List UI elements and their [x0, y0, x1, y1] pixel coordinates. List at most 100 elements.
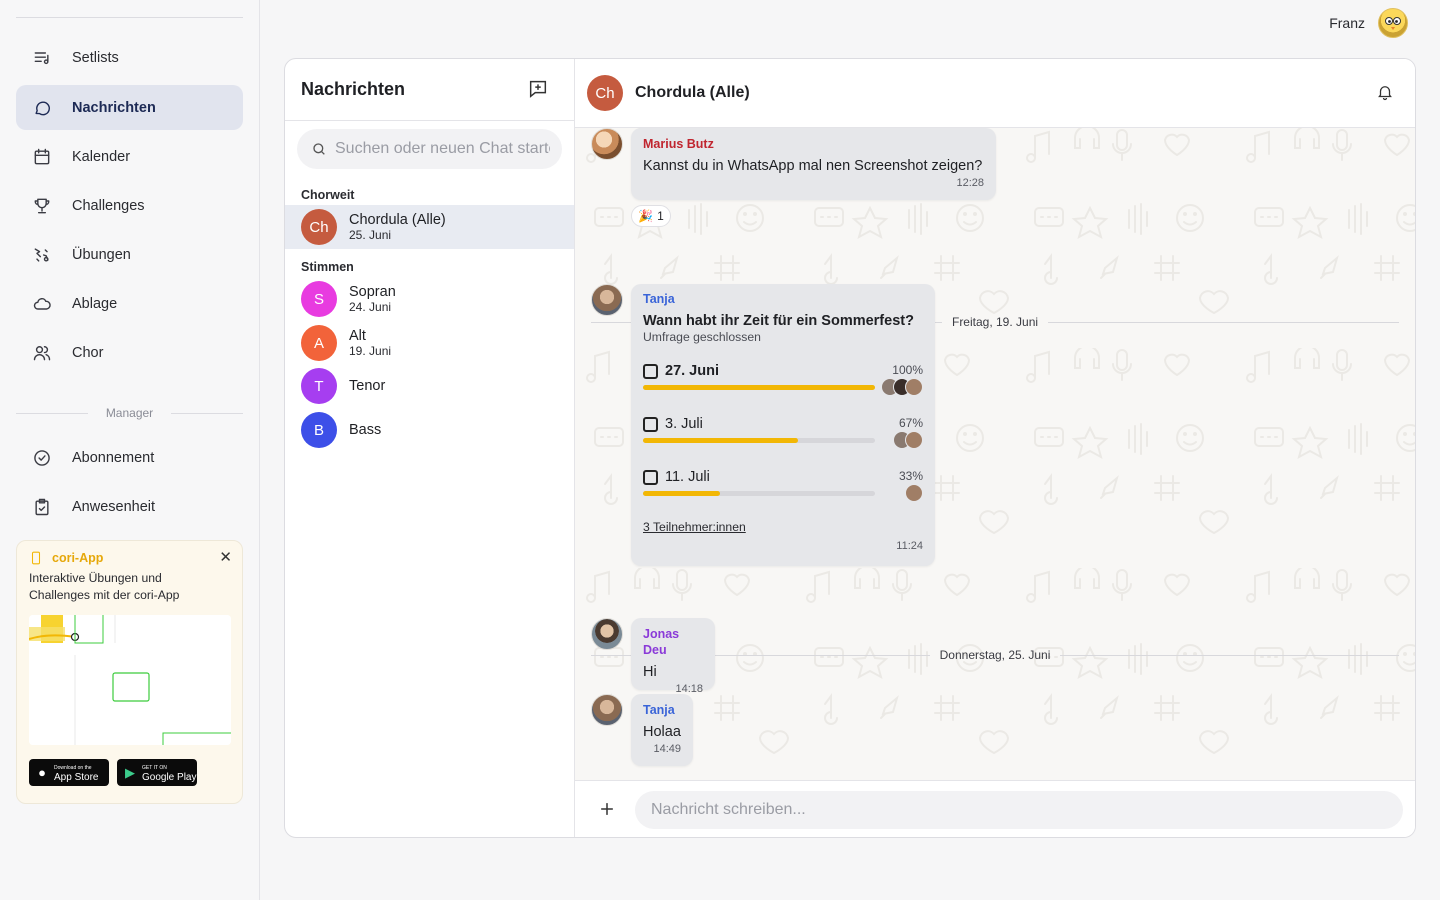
checkbox-icon[interactable]	[643, 470, 658, 485]
message-composer	[575, 780, 1415, 837]
party-emoji-icon: 🎉	[638, 209, 654, 223]
chat-avatar: T	[301, 368, 337, 404]
chat-name: Bass	[349, 422, 382, 438]
manager-section-divider: Manager	[16, 406, 243, 420]
trophy-icon	[32, 196, 52, 216]
sidebar-item-challenges[interactable]: Challenges	[16, 183, 243, 228]
poll-option[interactable]: 3. Juli 67%	[643, 411, 923, 464]
poll-progress-track	[643, 385, 875, 390]
promo-title-text: cori-App	[52, 551, 104, 565]
message-time: 14:49	[653, 743, 681, 755]
poll-option[interactable]: 11. Juli 33%	[643, 464, 923, 517]
chat-item-bass[interactable]: B Bass	[285, 408, 574, 452]
calendar-icon	[32, 147, 52, 167]
avatar-jonas-deu	[591, 618, 623, 650]
conversation-avatar: Ch	[587, 75, 623, 111]
exercise-icon	[32, 245, 52, 265]
message-reaction[interactable]: 🎉 1	[631, 205, 671, 227]
poll-option[interactable]: 27. Juni 100%	[643, 358, 923, 411]
conversation: Ch Chordula (Alle) Marius Butz Kannst du…	[575, 59, 1415, 837]
avatar-tanja	[591, 694, 623, 726]
poll-participants-link[interactable]: 3 Teilnehmer:innen	[643, 520, 923, 534]
apple-icon: ●	[38, 765, 46, 780]
chat-item-chordula[interactable]: Ch Chordula (Alle) 25. Juni	[285, 205, 574, 249]
poll-option-percent: 100%	[892, 363, 923, 377]
sidebar-item-ablage[interactable]: Ablage	[16, 281, 243, 326]
sidebar-item-abonnement[interactable]: Abonnement	[16, 435, 243, 480]
poll-progress-track	[643, 491, 875, 496]
poll-option-label: 3. Juli	[665, 416, 703, 432]
chat-name: Sopran	[349, 284, 396, 300]
message-time: 11:24	[896, 540, 923, 552]
check-circle-icon	[32, 448, 52, 468]
chat-date: 25. Juni	[349, 228, 392, 242]
chat-item-tenor[interactable]: T Tenor	[285, 364, 574, 408]
chat-item-sopran[interactable]: S Sopran 24. Juni	[285, 277, 574, 321]
promo-title: cori-App	[29, 551, 230, 565]
sidebar-item-label: Anwesenheit	[72, 498, 156, 515]
app-promo-card: cori-App ✕ Interaktive Übungen und Chall…	[16, 540, 243, 804]
chat-bubble-icon	[32, 98, 52, 118]
checkbox-icon[interactable]	[643, 364, 658, 379]
search-field[interactable]	[297, 129, 562, 169]
chat-list: Nachrichten Chorweit Ch Chordula (Alle)2…	[285, 59, 575, 837]
message-sender: Marius Butz	[643, 137, 714, 151]
poll-progress-fill	[643, 491, 720, 496]
setlist-icon	[32, 48, 52, 68]
date-separator-text: Freitag, 19. Juni	[951, 315, 1039, 329]
sidebar-item-uebungen[interactable]: Übungen	[16, 232, 243, 277]
message-input[interactable]	[635, 791, 1403, 829]
phone-icon	[31, 551, 41, 565]
conversation-header: Ch Chordula (Alle)	[575, 59, 1415, 128]
sidebar-item-label: Challenges	[72, 197, 145, 214]
poll-bubble: Tanja Wann habt ihr Zeit für ein Sommerf…	[631, 284, 935, 566]
poll-option-percent: 33%	[898, 469, 923, 483]
message-text: Hi	[643, 664, 657, 680]
user-menu[interactable]: Franz	[1329, 8, 1408, 38]
plus-icon[interactable]	[597, 799, 617, 819]
reaction-count: 1	[657, 209, 664, 223]
poll-progress-track	[643, 438, 875, 443]
chat-avatar: A	[301, 325, 337, 361]
app-store-big-text: App Store	[54, 771, 99, 783]
section-label: Manager	[105, 406, 154, 420]
sidebar-item-kalender[interactable]: Kalender	[16, 134, 243, 179]
user-name: Franz	[1329, 15, 1365, 31]
chat-name: Tenor	[349, 378, 386, 394]
sidebar-item-label: Nachrichten	[72, 99, 156, 116]
sidebar-item-label: Kalender	[72, 148, 131, 165]
sidebar-item-chor[interactable]: Chor	[16, 330, 243, 375]
sidebar-item-label: Ablage	[72, 295, 118, 312]
message-text: Holaa	[643, 724, 681, 740]
promo-text: Interaktive Übungen und Challenges mit d…	[29, 571, 180, 602]
checkbox-icon[interactable]	[643, 417, 658, 432]
message-bubble: Marius Butz Kannst du in WhatsApp mal ne…	[631, 128, 996, 200]
sidebar-top-divider	[16, 17, 243, 18]
sidebar-item-label: Abonnement	[72, 449, 155, 466]
sidebar-item-setlists[interactable]: Setlists	[16, 35, 243, 80]
bell-icon[interactable]	[1376, 83, 1396, 103]
conversation-title: Chordula (Alle)	[635, 84, 750, 101]
google-play-big-text: Google Play	[142, 771, 197, 783]
sidebar-item-nachrichten[interactable]: Nachrichten	[16, 85, 243, 130]
chat-item-alt[interactable]: A Alt 19. Juni	[285, 321, 574, 365]
new-chat-icon[interactable]	[527, 78, 549, 100]
chat-date: 19. Juni	[349, 344, 392, 358]
chat-avatar: Ch	[301, 209, 337, 245]
search-icon	[313, 143, 325, 155]
chat-name: Alt	[349, 328, 366, 344]
sidebar-item-anwesenheit[interactable]: Anwesenheit	[16, 484, 243, 529]
message-bubble: Tanja Holaa 14:49	[631, 694, 693, 766]
voter-avatar	[905, 378, 923, 396]
sidebar-item-label: Chor	[72, 344, 104, 361]
clipboard-check-icon	[32, 497, 52, 517]
poll-progress-fill	[643, 438, 799, 443]
close-icon[interactable]: ✕	[219, 548, 232, 566]
google-play-button[interactable]: ▶ GET IT ON Google Play	[117, 759, 197, 786]
poll-voters	[905, 484, 923, 502]
search-input[interactable]	[335, 140, 550, 158]
avatar-tanja	[591, 284, 623, 316]
app-store-button[interactable]: ● Download on the App Store	[29, 759, 109, 786]
cloud-icon	[32, 294, 52, 314]
google-play-icon: ▶	[125, 764, 135, 780]
